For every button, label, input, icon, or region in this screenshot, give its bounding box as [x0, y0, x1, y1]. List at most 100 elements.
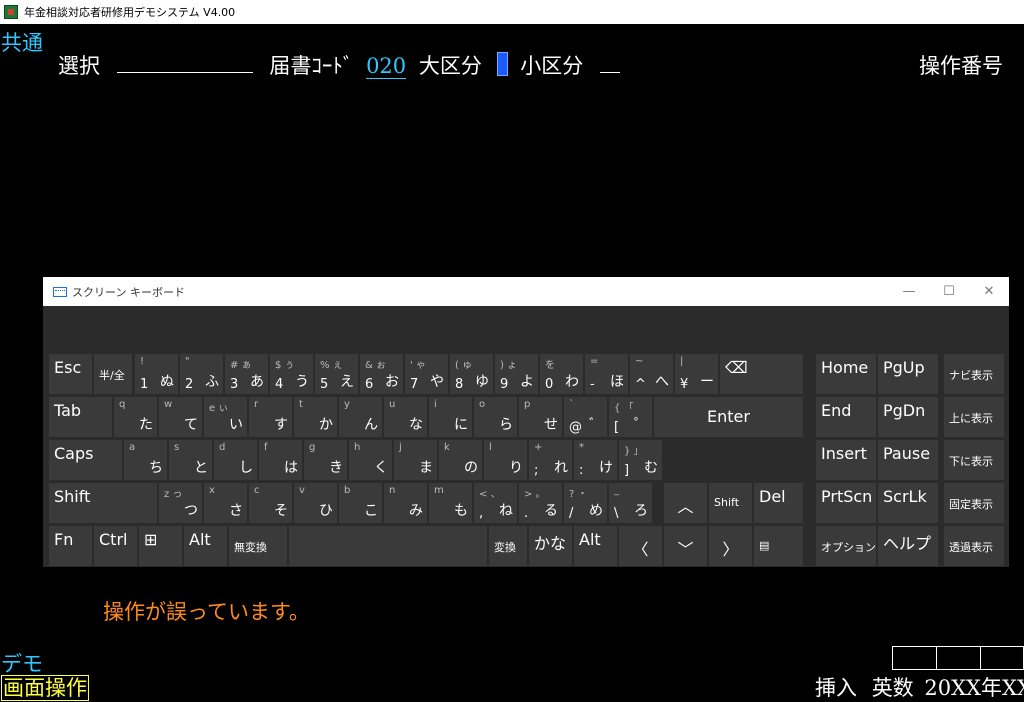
key-k6[interactable]: & ぉ 6お: [359, 353, 404, 395]
key-k2[interactable]: " 2 ふ: [179, 353, 224, 395]
key-transparent[interactable]: 透過表示: [943, 525, 1005, 567]
key-pgup[interactable]: PgUp: [877, 353, 939, 395]
key-h[interactable]: hく: [348, 439, 393, 481]
key-k5[interactable]: % ぇ 5え: [314, 353, 359, 395]
key-b[interactable]: bこ: [338, 482, 383, 524]
key-i[interactable]: iに: [428, 396, 473, 438]
window-title: 年金相談対応者研修用デモシステム V4.00: [24, 6, 236, 19]
key-e[interactable]: e ぃい: [203, 396, 248, 438]
key-caps[interactable]: Caps: [48, 439, 123, 481]
key-k9[interactable]: ) ょ 9よ: [494, 353, 539, 395]
key-v[interactable]: vひ: [293, 482, 338, 524]
key-insert[interactable]: Insert: [815, 439, 877, 481]
select-input[interactable]: [116, 71, 253, 73]
key-win[interactable]: ⊞: [138, 525, 183, 567]
key-space[interactable]: [288, 525, 488, 567]
key-k8[interactable]: ( ゅ 8ゆ: [449, 353, 494, 395]
key-z[interactable]: z っつ: [158, 482, 203, 524]
key-colon[interactable]: *: け: [573, 439, 618, 481]
key-kcaret[interactable]: ~ ^ へ: [629, 353, 674, 395]
key-fn[interactable]: Fn: [48, 525, 93, 567]
key-y[interactable]: yん: [338, 396, 383, 438]
key-n[interactable]: nみ: [383, 482, 428, 524]
key-k0[interactable]: を 0わ: [539, 353, 584, 395]
key-at[interactable]: ` @ ゛: [563, 396, 608, 438]
key-ctrl[interactable]: Ctrl: [93, 525, 138, 567]
minor-input[interactable]: [599, 71, 620, 73]
maximize-icon[interactable]: ☐: [929, 284, 969, 299]
key-k1[interactable]: ! 1 ぬ: [134, 353, 179, 395]
key-up_disp[interactable]: 上に表示: [943, 396, 1005, 438]
key-k4[interactable]: $ ぅ 4う: [269, 353, 314, 395]
key-kana[interactable]: かな: [528, 525, 573, 567]
key-del[interactable]: Del: [753, 482, 804, 524]
key-label: 上に表示: [949, 412, 993, 425]
close-icon[interactable]: ✕: [969, 284, 1009, 299]
key-k7[interactable]: ' ゃ 7や: [404, 353, 449, 395]
key-m[interactable]: mも: [428, 482, 473, 524]
key-s[interactable]: sと: [168, 439, 213, 481]
key-hankaku[interactable]: 半/全: [93, 353, 133, 395]
key-f[interactable]: fは: [258, 439, 303, 481]
key-d[interactable]: dし: [213, 439, 258, 481]
key-rshift[interactable]: Shift: [708, 482, 753, 524]
key-right[interactable]: 〉: [708, 525, 753, 567]
key-alt[interactable]: Alt: [183, 525, 228, 567]
major-input[interactable]: [496, 52, 508, 76]
key-left[interactable]: 〈: [618, 525, 663, 567]
key-enter[interactable]: Enter: [653, 396, 804, 438]
key-r[interactable]: rす: [248, 396, 293, 438]
key-g[interactable]: gき: [303, 439, 348, 481]
key-ralt[interactable]: Alt: [573, 525, 618, 567]
key-scrlk[interactable]: ScrLk: [877, 482, 939, 524]
key-comma[interactable]: < 、, ね: [473, 482, 518, 524]
key-j[interactable]: jま: [393, 439, 438, 481]
key-kyen[interactable]: | ¥ ー: [674, 353, 719, 395]
key-tab[interactable]: Tab: [48, 396, 113, 438]
key-pause[interactable]: Pause: [877, 439, 939, 481]
key-period[interactable]: > 。. る: [518, 482, 563, 524]
key-l[interactable]: lり: [483, 439, 528, 481]
key-label: かな: [534, 534, 567, 553]
minimize-icon[interactable]: —: [889, 284, 929, 299]
key-w[interactable]: wて: [158, 396, 203, 438]
key-muhenkan[interactable]: 無変換: [228, 525, 288, 567]
form-code-input[interactable]: 020: [366, 54, 407, 79]
key-kminus[interactable]: = - ほ: [584, 353, 629, 395]
key-rbr[interactable]: } 」] む: [618, 439, 663, 481]
screen-op-button[interactable]: 画面操作: [1, 675, 89, 701]
key-a[interactable]: aち: [123, 439, 168, 481]
key-home[interactable]: Home: [815, 353, 877, 395]
key-down_disp[interactable]: 下に表示: [943, 439, 1005, 481]
key-navi[interactable]: ナビ表示: [943, 353, 1005, 395]
key-lbr[interactable]: { 「 [゜: [608, 396, 653, 438]
key-end[interactable]: End: [815, 396, 877, 438]
key-label: PrtScn: [821, 487, 873, 506]
key-bksp[interactable]: ⌫: [719, 353, 804, 395]
key-u[interactable]: uな: [383, 396, 428, 438]
key-t[interactable]: tか: [293, 396, 338, 438]
key-k[interactable]: kの: [438, 439, 483, 481]
key-menu[interactable]: ▤: [753, 525, 804, 567]
key-k3[interactable]: # ぁ 3あ: [224, 353, 269, 395]
key-down[interactable]: ﹀: [663, 525, 708, 567]
key-fixed[interactable]: 固定表示: [943, 482, 1005, 524]
key-o[interactable]: oら: [473, 396, 518, 438]
key-p[interactable]: pせ: [518, 396, 563, 438]
key-pgdn[interactable]: PgDn: [877, 396, 939, 438]
key-henkan[interactable]: 変換: [488, 525, 528, 567]
key-shift-label: k: [444, 442, 450, 453]
key-esc[interactable]: Esc: [48, 353, 93, 395]
key-q[interactable]: qた: [113, 396, 158, 438]
key-bslash[interactable]: _ \ ろ: [608, 482, 653, 524]
key-x[interactable]: xさ: [203, 482, 248, 524]
error-message: 操作が誤っています。: [103, 600, 310, 624]
key-help[interactable]: ヘルプ: [877, 525, 939, 567]
key-prtscn[interactable]: PrtScn: [815, 482, 877, 524]
key-slash[interactable]: ? ・ / め: [563, 482, 608, 524]
key-c[interactable]: cそ: [248, 482, 293, 524]
key-uparrow[interactable]: ︿: [663, 482, 708, 524]
key-semi[interactable]: +; れ: [528, 439, 573, 481]
key-options[interactable]: オプション: [815, 525, 877, 567]
key-shift[interactable]: Shift: [48, 482, 158, 524]
